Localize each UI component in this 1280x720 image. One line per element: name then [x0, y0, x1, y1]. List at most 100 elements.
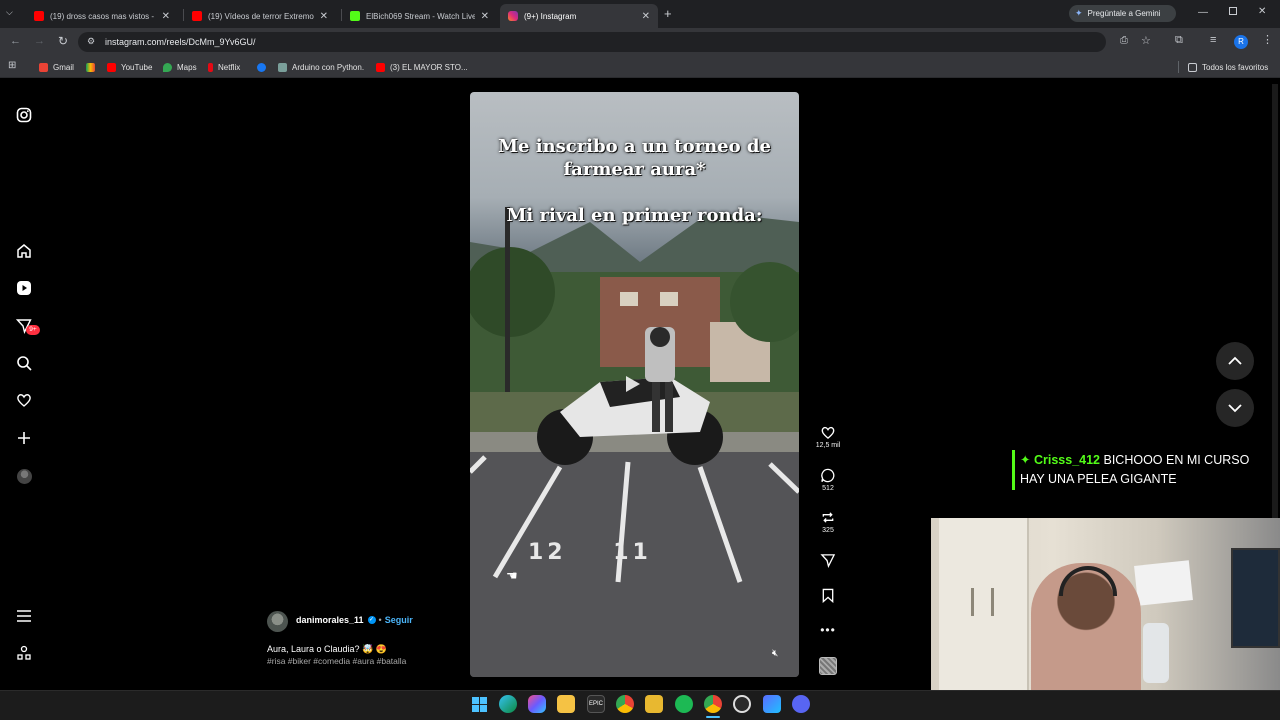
share-icon[interactable]: [820, 553, 836, 569]
obs-icon[interactable]: [733, 695, 751, 713]
comment-action[interactable]: 512: [812, 468, 844, 492]
chat-badge-icon: ✦: [1020, 453, 1031, 467]
bookmark-facebook[interactable]: [257, 60, 271, 74]
apps-grid-icon[interactable]: ⊞: [8, 60, 16, 71]
heart-icon[interactable]: [820, 425, 836, 440]
stream-chat-message: ✦ Crisss_412 BICHOOO EN MI CURSO HAY UNA…: [1020, 451, 1270, 489]
close-icon[interactable]: ✕: [642, 11, 650, 22]
restore-button[interactable]: [1229, 7, 1237, 15]
reel-video[interactable]: Me inscribo a un torneo de farmear aura*…: [470, 92, 799, 677]
repost-icon[interactable]: [820, 510, 836, 525]
reel-description: Aura, Laura o Claudia? 🤯 😍: [267, 644, 387, 654]
like-action[interactable]: 12,5 mil: [812, 425, 844, 449]
close-icon[interactable]: ✕: [162, 11, 170, 22]
folder-icon: [1188, 62, 1197, 72]
install-app-icon[interactable]: ⎙: [1120, 35, 1128, 46]
tab-title: (9+) Instagram: [524, 11, 577, 21]
bookmark-netflix[interactable]: Netflix: [208, 60, 240, 74]
previous-reel-button[interactable]: [1216, 342, 1254, 380]
next-reel-button[interactable]: [1216, 389, 1254, 427]
close-window-button[interactable]: ✕: [1258, 6, 1266, 17]
new-tab-button[interactable]: +: [664, 6, 672, 21]
like-count: 12,5 mil: [815, 442, 841, 449]
caption-line-2: farmear aura*: [563, 159, 706, 180]
chrome-active-icon[interactable]: [704, 695, 722, 713]
epic-games-icon[interactable]: EPIC: [587, 695, 605, 713]
youtube-icon: [192, 11, 202, 21]
tab-dross[interactable]: (19) dross casos mas vistos - Yo ✕: [26, 4, 178, 28]
drive-icon: [86, 62, 95, 72]
youtube-icon: [34, 11, 44, 21]
spotify-icon[interactable]: [675, 695, 693, 713]
gmail-icon: [39, 62, 48, 72]
extensions-icon[interactable]: ⧉: [1175, 34, 1183, 47]
page-icon: [278, 62, 287, 72]
notification-badge: 9+: [26, 325, 40, 335]
file-explorer-icon[interactable]: [557, 695, 575, 713]
bookmark-gmail[interactable]: Gmail: [39, 60, 74, 74]
edge-icon[interactable]: [499, 695, 517, 713]
chrome-icon[interactable]: [616, 695, 634, 713]
profile-avatar[interactable]: [14, 466, 34, 486]
facebook-icon: [257, 62, 266, 72]
author-username[interactable]: danimorales_11: [296, 615, 364, 625]
back-icon[interactable]: ←: [10, 35, 21, 47]
reels-icon[interactable]: [14, 278, 34, 298]
gemini-button[interactable]: ✦ Pregúntale a Gemini: [1069, 5, 1176, 22]
forward-icon[interactable]: →: [34, 35, 45, 47]
app-icon[interactable]: [763, 695, 781, 713]
url-text[interactable]: instagram.com/reels/DcMm_9Yv6GU/: [105, 37, 256, 47]
avatar[interactable]: R: [1234, 35, 1248, 49]
share-action[interactable]: [812, 553, 844, 570]
search-icon[interactable]: [14, 353, 34, 373]
tab-title: (19) Vídeos de terror Extremo (: [208, 11, 314, 21]
address-bar[interactable]: ⚙ instagram.com/reels/DcMm_9Yv6GU/ ⎙ ☆: [78, 32, 1151, 52]
site-info-icon[interactable]: ⚙: [87, 36, 95, 47]
reload-icon[interactable]: ↻: [58, 34, 68, 48]
comment-icon[interactable]: [820, 468, 836, 483]
more-menu-icon[interactable]: [14, 606, 34, 626]
also-from-meta-icon[interactable]: [14, 643, 34, 663]
all-bookmarks[interactable]: Todos los favoritos: [1188, 60, 1268, 74]
author-avatar[interactable]: [267, 611, 288, 632]
tab-kick-stream[interactable]: ElBich069 Stream - Watch Live ✕: [342, 4, 497, 28]
instagram-icon: [508, 11, 518, 21]
discord-icon[interactable]: [792, 695, 810, 713]
repost-action[interactable]: 325: [812, 510, 844, 534]
bookmark-youtube[interactable]: YouTube: [107, 60, 152, 74]
tab-title: ElBich069 Stream - Watch Live: [366, 11, 475, 21]
maps-icon: [163, 62, 172, 72]
tab-instagram[interactable]: (9+) Instagram ✕: [500, 4, 658, 28]
home-icon[interactable]: [14, 241, 34, 261]
sheets-icon[interactable]: [645, 695, 663, 713]
menu-dots-icon[interactable]: ⋮: [1262, 33, 1273, 46]
repost-count: 325: [822, 527, 834, 534]
bookmark-star-icon[interactable]: ☆: [1141, 34, 1151, 47]
reel-hashtags[interactable]: #risa #biker #comedia #aura #batalla: [267, 656, 406, 666]
tab-search-button[interactable]: ⌵: [6, 7, 20, 21]
chat-accent-bar: [1012, 450, 1015, 490]
bookmark-icon[interactable]: [821, 588, 835, 604]
reading-list-icon[interactable]: ≡: [1210, 34, 1216, 46]
mute-icon[interactable]: 🔇︎: [772, 648, 778, 659]
windows-start-icon[interactable]: [470, 695, 488, 713]
bookmark-arduino[interactable]: Arduino con Python.: [278, 60, 364, 74]
audio-thumbnail[interactable]: [819, 657, 837, 675]
copilot-icon[interactable]: [528, 695, 546, 713]
minimize-button[interactable]: —: [1198, 7, 1208, 18]
bookmark-el-mayor[interactable]: (3) EL MAYOR STO...: [376, 60, 468, 74]
save-action[interactable]: [812, 588, 844, 605]
tab-terror[interactable]: (19) Vídeos de terror Extremo ( ✕: [184, 4, 336, 28]
instagram-logo-icon[interactable]: [14, 105, 34, 125]
follow-button[interactable]: Seguir: [385, 615, 413, 625]
play-icon[interactable]: [626, 376, 640, 392]
tab-strip: ⌵ (19) dross casos mas vistos - Yo ✕ (19…: [0, 0, 1280, 28]
close-icon[interactable]: ✕: [481, 11, 489, 22]
create-plus-icon[interactable]: [14, 428, 34, 448]
youtube-icon: [107, 62, 116, 72]
more-options-icon[interactable]: •••: [812, 623, 844, 637]
bookmark-drive[interactable]: [86, 60, 100, 74]
close-icon[interactable]: ✕: [320, 11, 328, 22]
bookmark-maps[interactable]: Maps: [163, 60, 197, 74]
heart-icon[interactable]: [14, 390, 34, 410]
